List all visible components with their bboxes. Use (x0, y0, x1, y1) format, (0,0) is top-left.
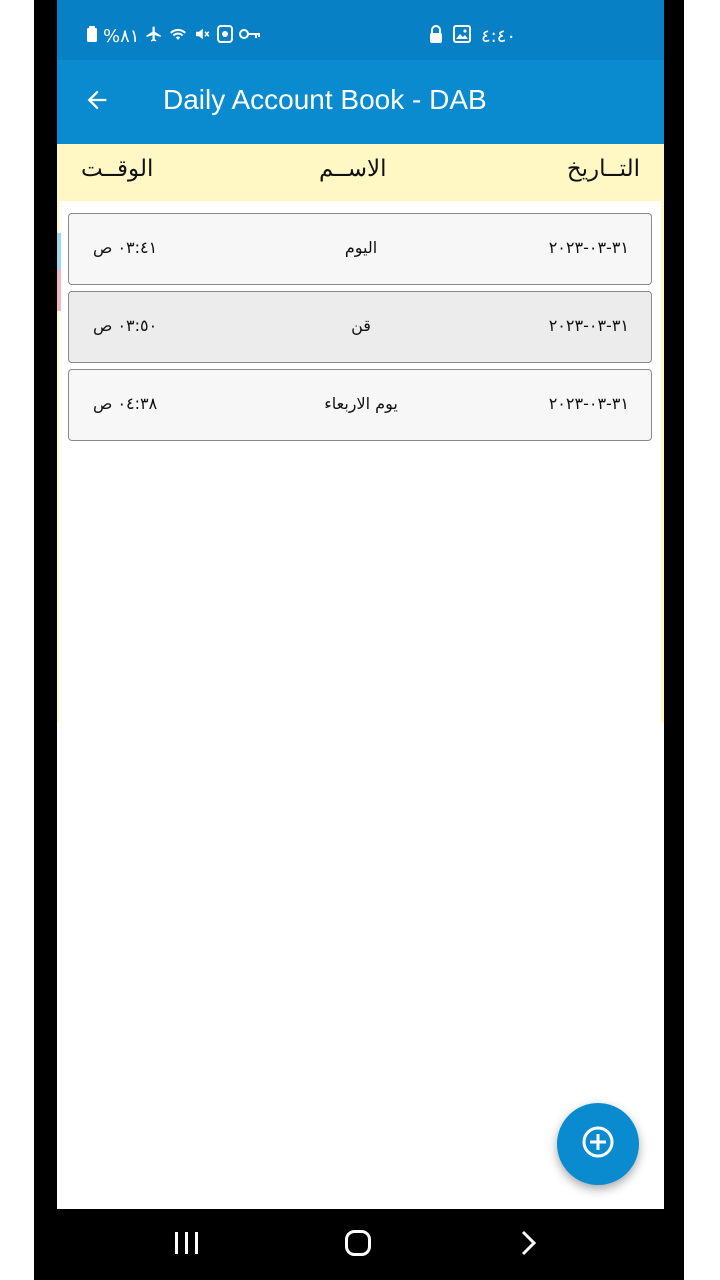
app-bar: Daily Account Book - DAB (57, 60, 664, 144)
entry-row[interactable]: ٣١-٠٣-٢٠٢٣ يوم الاربعاء ٠٤:٣٨ ص (68, 369, 652, 441)
outer-frame-left (0, 0, 34, 1280)
entries-list: ٣١-٠٣-٢٠٢٣ اليوم ٠٣:٤١ ص ٣١-٠٣-٢٠٢٣ قن ٠… (68, 213, 652, 447)
recycle-icon (217, 25, 234, 47)
status-clock: ٤:٤٠ (481, 25, 517, 47)
entry-time: ٠٣:٤١ ص (93, 238, 158, 257)
home-button[interactable] (338, 1227, 378, 1263)
add-entry-button[interactable] (557, 1103, 639, 1185)
edge-marker-pink (57, 269, 61, 311)
battery-percent: %٨١ (103, 25, 140, 47)
entry-time: ٠٣:٥٠ ص (93, 316, 158, 335)
system-nav-bar (57, 1209, 664, 1280)
column-header-time: الوقــت (81, 156, 154, 182)
edge-marker-blue (57, 233, 61, 269)
system-back-button[interactable] (508, 1227, 548, 1263)
recents-icon (173, 1230, 201, 1260)
entry-row[interactable]: ٣١-٠٣-٢٠٢٣ قن ٠٣:٥٠ ص (68, 291, 652, 363)
phone-bezel-right (664, 0, 684, 1280)
entry-time: ٠٤:٣٨ ص (93, 394, 158, 413)
plus-circle-icon (581, 1125, 615, 1163)
wifi-icon (169, 25, 187, 47)
status-icons-right: ٤:٤٠ (429, 25, 516, 47)
home-icon (344, 1229, 372, 1261)
app-title: Daily Account Book - DAB (163, 84, 487, 115)
column-header-date: التــاريخ (566, 156, 640, 182)
app-screen: %٨١ ٤:٤٠ Daily Account Book - DAB التــا… (57, 0, 664, 1280)
airplane-icon (145, 25, 163, 47)
outer-frame-right (684, 0, 720, 1280)
mute-icon (193, 25, 211, 47)
entry-row[interactable]: ٣١-٠٣-٢٠٢٣ اليوم ٠٣:٤١ ص (68, 213, 652, 285)
column-header: التــاريخ الاســم الوقــت (57, 144, 664, 201)
arrow-left-icon (83, 86, 111, 118)
status-icons-left: %٨١ (87, 25, 261, 47)
column-header-name: الاســم (319, 156, 387, 182)
gallery-icon (453, 25, 471, 47)
back-button[interactable] (77, 82, 117, 122)
lock-icon (429, 25, 443, 47)
key-icon (239, 27, 261, 45)
battery-icon (87, 26, 97, 46)
recents-button[interactable] (167, 1227, 207, 1263)
status-bar: %٨١ ٤:٤٠ (57, 0, 664, 60)
phone-bezel-left (34, 0, 57, 1280)
back-chevron-icon (518, 1229, 538, 1261)
